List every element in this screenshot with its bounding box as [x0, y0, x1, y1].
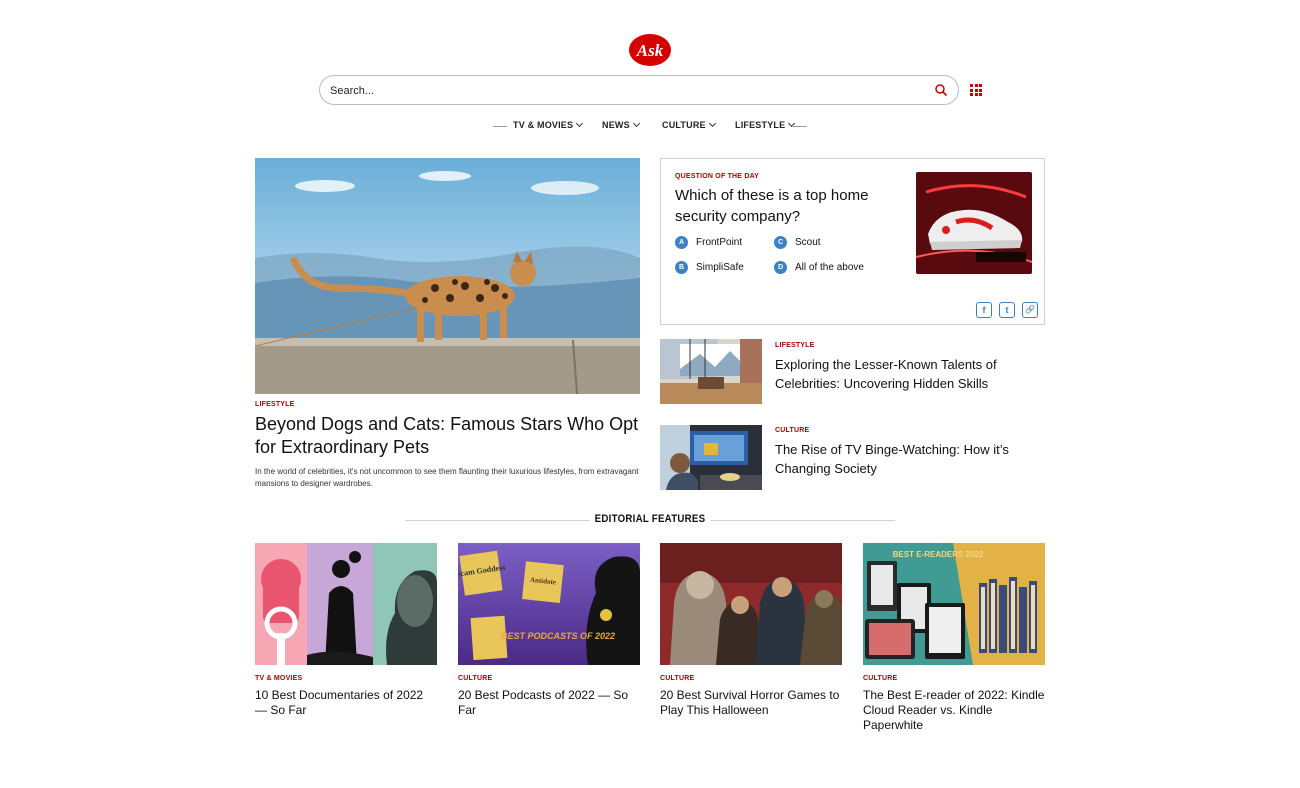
- option-letter-badge: C: [774, 236, 787, 249]
- nav-lifestyle[interactable]: LIFESTYLE: [735, 119, 796, 130]
- quiz-option-b[interactable]: B SimpliSafe: [675, 261, 744, 274]
- side-story-category-2[interactable]: CULTURE: [775, 427, 809, 434]
- quiz-label: QUESTION OF THE DAY: [675, 173, 760, 180]
- ask-logo[interactable]: Ask: [628, 33, 672, 67]
- apps-grid-icon[interactable]: [970, 84, 982, 96]
- card-category-3[interactable]: CULTURE: [660, 675, 694, 682]
- nav-divider-right: [793, 126, 807, 127]
- option-text: Scout: [795, 237, 821, 248]
- side-story-image-1[interactable]: [660, 339, 762, 404]
- copy-link-icon[interactable]: 🔗: [1022, 302, 1038, 318]
- card-title-3[interactable]: 20 Best Survival Horror Games to Play Th…: [660, 688, 842, 718]
- card-image-podcasts[interactable]: Scam Goddess Antidote BEST PODCASTS OF 2…: [458, 543, 640, 665]
- search-icon[interactable]: [934, 83, 948, 97]
- quiz-option-d[interactable]: D All of the above: [774, 261, 864, 274]
- card-image-horror-games[interactable]: [660, 543, 842, 665]
- twitter-share-icon[interactable]: t: [999, 302, 1015, 318]
- nav-news[interactable]: NEWS: [602, 119, 640, 130]
- svg-text:BEST PODCASTS OF 2022: BEST PODCASTS OF 2022: [501, 631, 615, 641]
- quiz-image-sneaker: [916, 172, 1032, 274]
- card-image-documentaries[interactable]: [255, 543, 437, 665]
- card-title-2[interactable]: 20 Best Podcasts of 2022 — So Far: [458, 688, 640, 718]
- editorial-features-header: EDITORIAL FEATURES: [0, 512, 1300, 528]
- card-title-4[interactable]: The Best E-reader of 2022: Kindle Cloud …: [863, 688, 1045, 733]
- nav-culture[interactable]: CULTURE: [662, 119, 716, 130]
- option-letter-badge: B: [675, 261, 688, 274]
- nav-divider-left: [493, 126, 507, 127]
- side-story-category-1[interactable]: LIFESTYLE: [775, 342, 815, 349]
- side-story-image-2[interactable]: [660, 425, 762, 490]
- card-category-4[interactable]: CULTURE: [863, 675, 897, 682]
- nav-tv-movies[interactable]: TV & MOVIES: [513, 119, 584, 130]
- card-category-1[interactable]: TV & MOVIES: [255, 675, 302, 682]
- card-category-2[interactable]: CULTURE: [458, 675, 492, 682]
- option-letter-badge: A: [675, 236, 688, 249]
- option-text: SimpliSafe: [696, 262, 744, 273]
- quiz-option-a[interactable]: A FrontPoint: [675, 236, 742, 249]
- logo-text: Ask: [636, 41, 664, 60]
- option-text: All of the above: [795, 262, 864, 273]
- hero-image-cat[interactable]: [255, 158, 640, 394]
- search-bar: [319, 75, 959, 105]
- chevron-down-icon: [632, 119, 640, 128]
- hero-title[interactable]: Beyond Dogs and Cats: Famous Stars Who O…: [255, 413, 640, 459]
- card-title-1[interactable]: 10 Best Documentaries of 2022 — So Far: [255, 688, 437, 718]
- svg-text:BEST E-READERS 2022: BEST E-READERS 2022: [893, 550, 984, 559]
- facebook-share-icon[interactable]: f: [976, 302, 992, 318]
- quiz-question: Which of these is a top home security co…: [675, 187, 869, 225]
- main-nav: TV & MOVIES NEWS CULTURE LIFESTYLE: [0, 118, 1300, 134]
- editorial-features-title: EDITORIAL FEATURES: [78, 513, 1222, 525]
- side-story-title-1[interactable]: Exploring the Lesser-Known Talents of Ce…: [775, 355, 1035, 393]
- option-text: FrontPoint: [696, 237, 743, 248]
- card-image-ereaders[interactable]: BEST E-READERS 2022: [863, 543, 1045, 665]
- quiz-option-c[interactable]: C Scout: [774, 236, 821, 249]
- option-letter-badge: D: [774, 261, 787, 274]
- hero-category[interactable]: LIFESTYLE: [255, 401, 295, 408]
- chevron-down-icon: [576, 119, 584, 128]
- search-input[interactable]: [330, 81, 920, 101]
- chevron-down-icon: [708, 119, 716, 128]
- hero-description: In the world of celebrities, it's not un…: [255, 467, 639, 488]
- side-story-title-2[interactable]: The Rise of TV Binge-Watching: How it’s …: [775, 440, 1035, 478]
- question-of-the-day-card: QUESTION OF THE DAY Which of these is a …: [660, 158, 1045, 325]
